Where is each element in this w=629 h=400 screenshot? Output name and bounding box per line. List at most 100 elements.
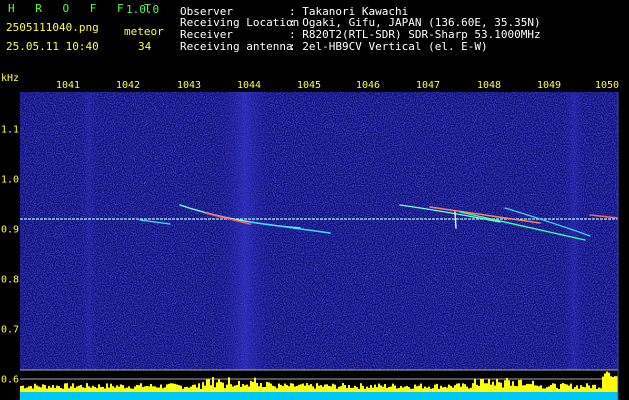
signal-bar: [556, 387, 558, 392]
signal-bar: [352, 387, 354, 392]
signal-bar: [558, 388, 560, 392]
signal-bar: [434, 384, 436, 392]
signal-bar: [144, 386, 146, 392]
signal-bar: [92, 385, 94, 392]
signal-bar: [212, 377, 214, 392]
signal-bar: [100, 386, 102, 392]
signal-bar: [252, 381, 254, 392]
signal-bar: [568, 385, 570, 392]
signal-bar: [236, 385, 238, 392]
signal-bar: [102, 386, 104, 392]
signal-bar: [62, 388, 64, 392]
signal-bar: [330, 386, 332, 392]
signal-bar: [308, 385, 310, 392]
signal-bar: [258, 386, 260, 392]
signal-bar: [368, 387, 370, 392]
signal-bar: [560, 383, 562, 392]
signal-bar: [586, 383, 588, 392]
signal-bar: [380, 385, 382, 392]
signal-bar: [270, 383, 272, 392]
signal-bar: [266, 381, 268, 392]
signal-bar: [456, 383, 458, 392]
x-tick-label: 1043: [176, 80, 202, 91]
signal-bar: [590, 388, 592, 392]
signal-bar: [450, 386, 452, 392]
signal-bar: [108, 387, 110, 392]
signal-bar: [546, 387, 548, 392]
signal-bar: [506, 378, 508, 392]
signal-bar: [96, 388, 98, 392]
signal-bar: [360, 383, 362, 392]
signal-bar: [50, 387, 52, 392]
signal-bar: [542, 388, 544, 392]
signal-bar: [90, 387, 92, 392]
signal-bar: [122, 385, 124, 392]
signal-bar: [312, 386, 314, 392]
signal-bar: [582, 386, 584, 392]
signal-bar: [110, 383, 112, 392]
signal-bar: [130, 388, 132, 392]
signal-bar: [584, 387, 586, 392]
signal-bar: [66, 383, 68, 392]
signal-bar: [114, 387, 116, 392]
signal-bar: [126, 387, 128, 392]
signal-bar: [250, 380, 252, 392]
signal-bar: [438, 388, 440, 392]
signal-bar: [64, 383, 66, 392]
signal-bar: [166, 384, 168, 392]
signal-bar: [150, 383, 152, 392]
signal-bar: [602, 376, 604, 392]
signal-bar: [408, 387, 410, 392]
x-tick-label: 1042: [115, 80, 141, 91]
signal-bar: [180, 385, 182, 392]
signal-bar: [538, 386, 540, 392]
signal-bar: [292, 383, 294, 392]
signal-bar: [520, 379, 522, 392]
signal-bar: [494, 385, 496, 392]
signal-bar: [48, 386, 50, 392]
signal-bar: [104, 388, 106, 392]
signal-bar: [304, 385, 306, 392]
signal-bar: [566, 384, 568, 392]
signal-bar: [570, 383, 572, 392]
signal-bar: [548, 386, 550, 392]
signal-bar: [460, 386, 462, 392]
signal-bar: [28, 386, 30, 392]
signal-bar: [504, 380, 506, 392]
signal-bar: [410, 388, 412, 392]
x-tick-label: 1049: [536, 80, 562, 91]
signal-bar: [30, 385, 32, 392]
signal-bar: [228, 377, 230, 392]
signal-bar: [172, 383, 174, 392]
signal-bar: [468, 388, 470, 392]
signal-bar: [370, 385, 372, 392]
signal-bar: [78, 385, 80, 392]
signal-bar: [346, 388, 348, 392]
y-tick-label: 0.8: [1, 274, 20, 286]
noise-band: [215, 92, 275, 370]
signal-bar: [588, 385, 590, 392]
signal-bar: [612, 376, 614, 392]
signal-bar: [544, 388, 546, 392]
x-tick-label: 1044: [236, 80, 262, 91]
signal-bar: [432, 388, 434, 392]
signal-bar: [354, 385, 356, 392]
signal-bar: [54, 388, 56, 392]
signal-bar: [38, 386, 40, 392]
signal-bar: [334, 384, 336, 392]
signal-bar: [248, 386, 250, 392]
signal-bar: [426, 387, 428, 392]
signal-bar: [498, 382, 500, 392]
signal-bar: [522, 385, 524, 392]
signal-bar: [606, 371, 608, 392]
signal-bar: [378, 383, 380, 392]
signal-bar: [300, 384, 302, 392]
signal-bar: [116, 385, 118, 392]
signal-bar: [298, 384, 300, 392]
signal-bar: [36, 385, 38, 392]
signal-bar: [474, 378, 476, 392]
signal-bar: [72, 383, 74, 392]
signal-bar: [488, 378, 490, 392]
signal-bar: [424, 386, 426, 392]
signal-bar: [158, 387, 160, 392]
